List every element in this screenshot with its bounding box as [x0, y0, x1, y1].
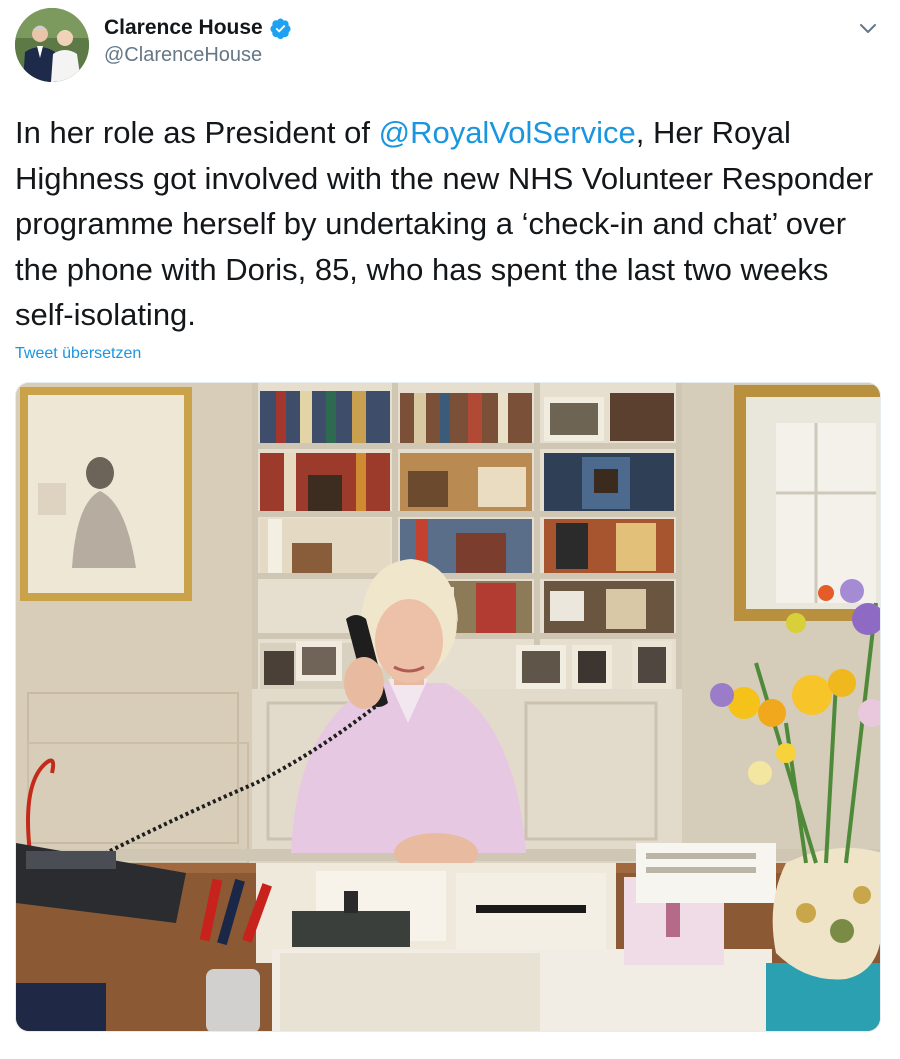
- author-info: Clarence House @ClarenceHouse: [104, 16, 292, 67]
- tweet: Clarence House @ClarenceHouse In her rol…: [0, 0, 900, 1059]
- tweet-text-start: In her role as President of: [15, 115, 379, 150]
- translate-tweet-link[interactable]: Tweet übersetzen: [15, 345, 141, 363]
- photo-illustration: [16, 383, 880, 1031]
- tweet-photo[interactable]: [15, 382, 881, 1032]
- mention-link[interactable]: @RoyalVolService: [379, 115, 636, 150]
- chevron-down-icon[interactable]: [858, 18, 878, 38]
- handle[interactable]: @ClarenceHouse: [104, 44, 292, 67]
- profile-photo: [15, 8, 89, 82]
- tweet-text: In her role as President of @RoyalVolSer…: [15, 110, 885, 338]
- verified-badge-icon: [269, 17, 292, 40]
- avatar[interactable]: [15, 8, 89, 82]
- name-row: Clarence House: [104, 16, 292, 40]
- display-name[interactable]: Clarence House: [104, 16, 263, 40]
